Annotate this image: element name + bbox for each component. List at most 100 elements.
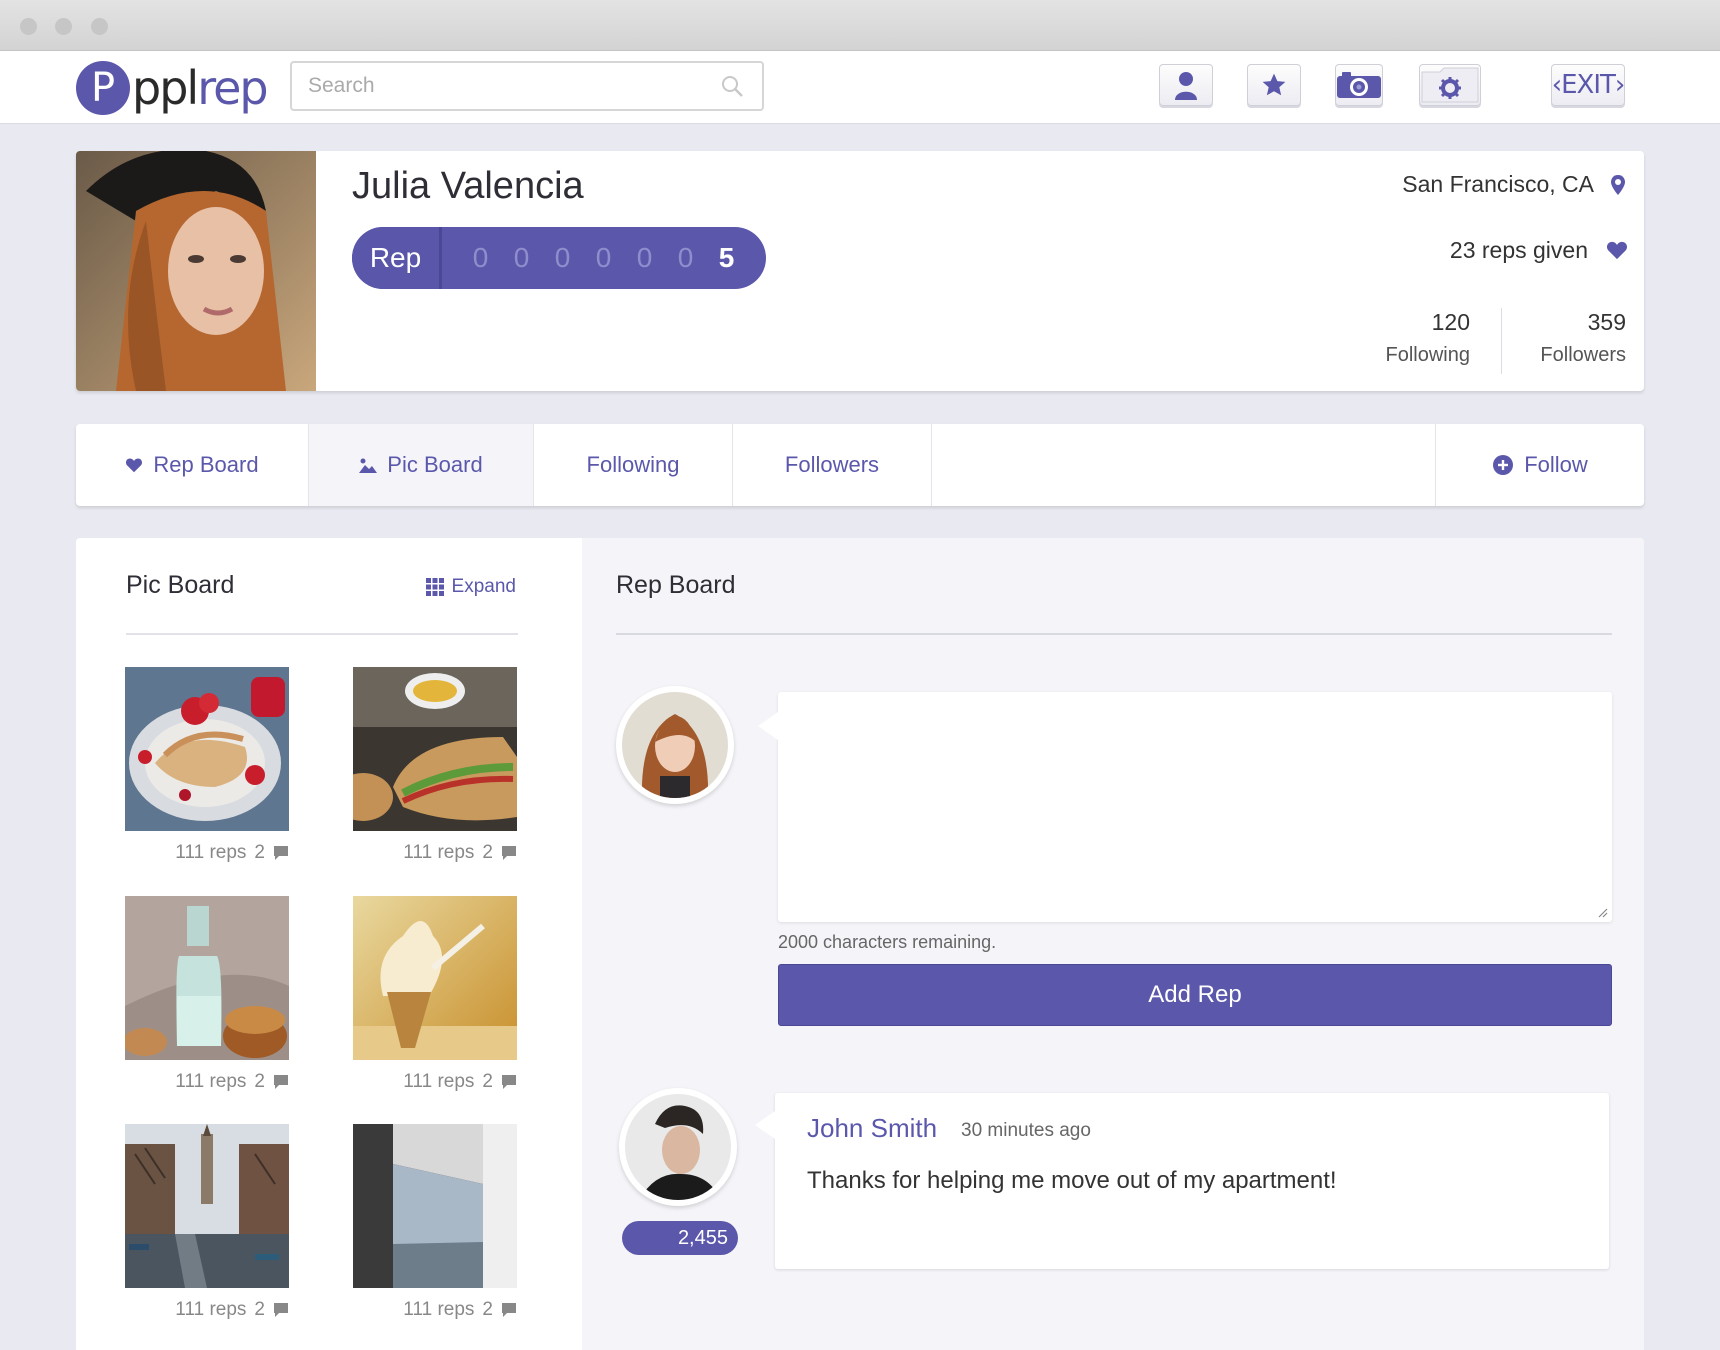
rep-digit: 0: [513, 242, 530, 273]
pic-thumbnail[interactable]: [353, 896, 517, 1060]
resize-handle-icon[interactable]: [1596, 906, 1608, 918]
expand-label: Expand: [451, 576, 516, 597]
window-titlebar: [0, 0, 1720, 51]
profile-tabs: Rep Board Pic Board Following Followers …: [76, 424, 1644, 506]
author-rep-score: 2,455: [622, 1221, 738, 1255]
window-zoom-dot[interactable]: [91, 18, 108, 35]
tab-rep-board[interactable]: Rep Board: [76, 424, 309, 506]
rep-digit: 0: [472, 242, 489, 273]
rep-digit: 5: [718, 242, 735, 273]
profile-card: Julia Valencia Rep 0 0 0 0 0 0 5 San Fra…: [76, 151, 1644, 391]
followers-stat[interactable]: 359 Followers: [1540, 309, 1626, 367]
divider: [126, 633, 518, 635]
building-image: [353, 1124, 517, 1288]
author-avatar-image: [625, 1094, 731, 1200]
pic-meta: 111 reps 2: [353, 1071, 517, 1093]
star-icon: [1262, 73, 1286, 96]
milk-bottle-image: [125, 896, 289, 1060]
follow-button[interactable]: Follow: [1436, 424, 1644, 506]
rep-counter-digits: 0 0 0 0 0 0 5: [442, 227, 747, 289]
search-box: [290, 61, 764, 111]
plus-circle-icon: [1493, 455, 1514, 475]
ice-cream-image: [353, 896, 517, 1060]
window-close-dot[interactable]: [20, 18, 37, 35]
pic-comment-count: 2: [482, 1071, 493, 1092]
pic-comment-count: 2: [482, 842, 493, 863]
pic-thumbnail[interactable]: [125, 667, 289, 831]
settings-nav-button[interactable]: [1419, 64, 1481, 106]
comment-icon[interactable]: [273, 845, 289, 861]
comment-icon[interactable]: [273, 1302, 289, 1318]
rep-compose-input[interactable]: [778, 692, 1612, 922]
rep-compose-box: [758, 692, 1612, 922]
tab-rep-board-label: Rep Board: [153, 452, 259, 477]
logo-mark: P: [76, 61, 130, 115]
rep-counter-label: Rep: [352, 227, 442, 289]
pic-thumbnail[interactable]: [125, 1124, 289, 1288]
logo[interactable]: P pplrep: [76, 60, 269, 116]
crepes-image: [125, 667, 289, 831]
comment-icon[interactable]: [273, 1074, 289, 1090]
tab-followers[interactable]: Followers: [733, 424, 932, 506]
tab-pic-board-label: Pic Board: [387, 452, 483, 477]
pic-thumbnail[interactable]: [353, 1124, 517, 1288]
rep-post: John Smith 30 minutes ago Thanks for hel…: [755, 1093, 1609, 1269]
logo-text-rep: rep: [197, 61, 268, 115]
comment-icon[interactable]: [501, 1302, 517, 1318]
comment-icon[interactable]: [501, 845, 517, 861]
sandwich-image: [353, 667, 517, 831]
speech-notch: [755, 1111, 775, 1139]
profile-photo: [76, 151, 316, 391]
favorites-nav-button[interactable]: [1247, 64, 1301, 106]
current-user-avatar-image: [622, 692, 728, 798]
rep-digit: 0: [636, 242, 653, 273]
pic-reps: 111 reps: [403, 1299, 475, 1320]
followers-count: 359: [1587, 309, 1626, 335]
author-avatar[interactable]: [619, 1088, 737, 1206]
pic-meta: 111 reps 2: [353, 1299, 517, 1321]
location-pin-icon: [1611, 175, 1625, 195]
expand-button[interactable]: Expand: [425, 576, 516, 598]
pic-reps: 111 reps: [175, 842, 247, 863]
search-icon[interactable]: [720, 74, 744, 98]
rep-board-title: Rep Board: [616, 571, 736, 599]
profile-nav-button[interactable]: [1159, 64, 1213, 106]
profile-photo-portrait: [76, 151, 316, 391]
tab-following[interactable]: Following: [534, 424, 733, 506]
following-stat[interactable]: 120 Following: [1386, 309, 1470, 367]
pic-reps: 111 reps: [403, 1071, 475, 1092]
rep-digit: 0: [554, 242, 571, 273]
rep-digit: 0: [595, 242, 612, 273]
pic-comment-count: 2: [254, 842, 265, 863]
divider: [616, 633, 1612, 635]
profile-name: Julia Valencia: [352, 165, 584, 207]
followers-label: Followers: [1540, 344, 1626, 366]
pic-meta: 111 reps 2: [125, 1071, 289, 1093]
speech-notch: [758, 712, 778, 740]
camera-nav-button[interactable]: [1335, 64, 1383, 106]
stat-divider: [1501, 308, 1502, 374]
pic-reps: 111 reps: [175, 1071, 247, 1092]
pic-thumbnail[interactable]: [125, 896, 289, 1060]
current-user-avatar: [616, 686, 734, 804]
exit-label: ‹EXIT›: [1551, 70, 1626, 100]
search-input[interactable]: [292, 63, 692, 109]
following-count: 120: [1431, 309, 1470, 335]
profile-location: San Francisco, CA: [1402, 171, 1594, 197]
profile-icon: [1175, 72, 1197, 100]
pic-board-title: Pic Board: [126, 571, 235, 599]
pic-comment-count: 2: [482, 1299, 493, 1320]
tab-followers-label: Followers: [784, 452, 880, 477]
tab-following-label: Following: [586, 452, 680, 477]
window-minimize-dot[interactable]: [55, 18, 72, 35]
exit-button[interactable]: ‹EXIT›: [1551, 64, 1625, 106]
add-rep-button[interactable]: Add Rep: [778, 964, 1612, 1026]
comment-icon[interactable]: [501, 1074, 517, 1090]
tab-pic-board[interactable]: Pic Board: [309, 424, 534, 506]
pic-thumbnail[interactable]: [353, 667, 517, 831]
post-text: Thanks for helping me move out of my apa…: [807, 1167, 1337, 1194]
pic-reps: 111 reps: [403, 842, 475, 863]
grid-icon: [425, 578, 444, 596]
post-author-link[interactable]: John Smith: [807, 1113, 937, 1144]
image-icon: [359, 458, 378, 473]
